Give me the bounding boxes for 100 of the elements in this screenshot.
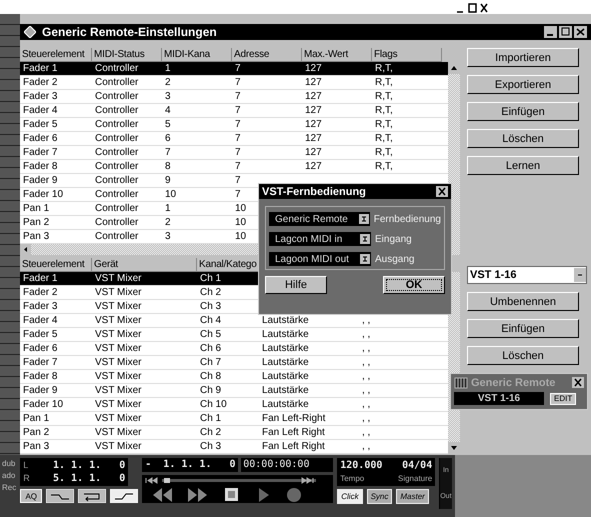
bank-button[interactable]: Löschen: [467, 346, 579, 365]
table-cell: Ch 2: [200, 427, 222, 438]
side-button[interactable]: Importieren: [467, 48, 579, 67]
side-button[interactable]: Löschen: [467, 129, 579, 148]
table-cell: Fader 2: [23, 287, 58, 298]
table-cell: Ch 5: [200, 329, 222, 340]
table-cell: VST Mixer: [95, 329, 142, 340]
table-cell: R,T,: [375, 105, 393, 116]
table-row[interactable]: Fader 6 VST Mixer Ch 6 Lautstärke , ,: [20, 342, 448, 356]
table-cell: , ,: [362, 385, 370, 396]
table-cell: Controller: [95, 217, 138, 228]
table-cell: 127: [305, 63, 322, 74]
table-row[interactable]: Fader 5 VST Mixer Ch 5 Lautstärke , ,: [20, 328, 448, 342]
dropdown-field[interactable]: Lagcon MIDI in: [269, 232, 371, 246]
table-cell: Fader 6: [23, 343, 58, 354]
dropdown-field[interactable]: Generic Remote: [269, 212, 370, 226]
close-icon[interactable]: [436, 186, 448, 197]
field-label: Eingang: [375, 234, 412, 244]
bank-dropdown[interactable]: VST 1-16: [454, 392, 544, 405]
table-cell: Pan 1: [23, 413, 50, 424]
auto-quantize-button[interactable]: AQ: [20, 489, 42, 503]
maximize-icon[interactable]: [559, 26, 572, 38]
locator-value[interactable]: 1. 1. 1. 0: [52, 459, 126, 472]
table-cell: 3: [165, 231, 171, 242]
side-button[interactable]: Einfügen: [467, 102, 579, 121]
table-cell: Lautstärke: [262, 315, 309, 326]
table-cell: VST Mixer: [95, 287, 142, 298]
table-cell: 2: [165, 77, 171, 88]
table-cell: VST Mixer: [95, 427, 142, 438]
position-display[interactable]: - 1. 1. 1. 0: [142, 458, 238, 472]
table-row[interactable]: Pan 2 VST Mixer Ch 2 Fan Left Right , ,: [20, 426, 448, 440]
bank-button[interactable]: Einfügen: [467, 319, 579, 338]
table-cell: Ch 2: [200, 287, 222, 298]
table-cell: Fader 7: [23, 147, 58, 158]
table-cell: Lautstärke: [262, 399, 309, 410]
field-label: Fernbedienung: [374, 214, 441, 224]
table-cell: Pan 2: [23, 217, 50, 228]
close-icon[interactable]: [572, 377, 584, 388]
locator-value[interactable]: 5. 1. 1. 0: [52, 472, 126, 485]
table-cell: 2: [165, 217, 171, 228]
table-cell: Controller: [95, 161, 138, 172]
table-row[interactable]: Fader 8 VST Mixer Ch 8 Lautstärke , ,: [20, 370, 448, 384]
dialog-button[interactable]: Hilfe: [265, 276, 327, 294]
minimize-icon[interactable]: [544, 26, 557, 38]
table-row[interactable]: Pan 3 VST Mixer Ch 3 Fan Left Right , ,: [20, 440, 448, 454]
table-cell: , ,: [362, 357, 370, 368]
table-row[interactable]: Pan 1 VST Mixer Ch 1 Fan Left-Right , ,: [20, 412, 448, 426]
table-cell: Fader 4: [23, 105, 58, 116]
cycle-icon[interactable]: [78, 489, 106, 503]
table-cell: R,T,: [375, 63, 393, 74]
table-row[interactable]: Fader 8 Controller 8 7 127 R,T,: [20, 160, 448, 174]
table-row[interactable]: Fader 7 Controller 7 7 127 R,T,: [20, 146, 448, 160]
dialog-title: VST-Fernbedienung: [262, 186, 366, 198]
table-cell: 7: [235, 119, 241, 130]
scroll-down-icon[interactable]: [448, 442, 460, 454]
table-cell: Fader 2: [23, 77, 58, 88]
side-button[interactable]: Lernen: [467, 156, 579, 175]
mode-button[interactable]: Sync: [366, 489, 392, 504]
table-row[interactable]: Fader 6 Controller 6 7 127 R,T,: [20, 132, 448, 146]
table-row[interactable]: Fader 4 Controller 4 7 127 R,T,: [20, 104, 448, 118]
mode-button[interactable]: Click: [337, 489, 363, 504]
table-cell: Ch 1: [200, 273, 222, 284]
scroll-left-icon[interactable]: [20, 244, 31, 255]
table-row[interactable]: Fader 1 Controller 1 7 127 R,T,: [20, 62, 448, 76]
table-cell: Ch 1: [200, 413, 222, 424]
punch-out-icon[interactable]: [110, 489, 138, 503]
table-cell: R,T,: [375, 133, 393, 144]
table-row[interactable]: Fader 3 Controller 3 7 127 R,T,: [20, 90, 448, 104]
side-button[interactable]: Exportieren: [467, 75, 579, 94]
table-row[interactable]: Fader 10 VST Mixer Ch 10 Lautstärke , ,: [20, 398, 448, 412]
time-display[interactable]: 00:00:00:00: [241, 458, 334, 472]
table-row[interactable]: Fader 9 VST Mixer Ch 9 Lautstärke , ,: [20, 384, 448, 398]
dialog-button[interactable]: OK: [383, 276, 445, 294]
table-cell: R,T,: [375, 161, 393, 172]
table-cell: VST Mixer: [95, 413, 142, 424]
transport-label: dub: [2, 458, 16, 470]
table-cell: 127: [305, 161, 322, 172]
table-cell: Ch 9: [200, 385, 222, 396]
table-cell: VST Mixer: [95, 385, 142, 396]
mode-button[interactable]: Master: [396, 489, 429, 504]
bank-button[interactable]: Umbenennen: [467, 292, 579, 311]
table-row[interactable]: Fader 5 Controller 5 7 127 R,T,: [20, 118, 448, 132]
table-cell: Controller: [95, 63, 138, 74]
table-cell: Controller: [95, 133, 138, 144]
table-cell: 10: [165, 189, 176, 200]
table-cell: 7: [235, 91, 241, 102]
edit-button[interactable]: EDIT: [550, 392, 576, 404]
table-cell: Controller: [95, 231, 138, 242]
table-row[interactable]: Fader 7 VST Mixer Ch 7 Lautstärke , ,: [20, 356, 448, 370]
table-cell: VST Mixer: [95, 315, 142, 326]
table-cell: Fader 8: [23, 371, 58, 382]
close-icon[interactable]: [574, 26, 587, 38]
signature-value[interactable]: 04/04: [402, 459, 432, 473]
punch-in-icon[interactable]: [46, 489, 74, 503]
table-cell: Fader 10: [23, 189, 64, 200]
mini-window-title: Generic Remote: [471, 376, 556, 388]
bank-select[interactable]: VST 1-16: [467, 266, 587, 284]
tempo-value[interactable]: 120.000: [340, 459, 382, 473]
dropdown-field[interactable]: Lagoon MIDI out: [269, 252, 371, 266]
table-row[interactable]: Fader 2 Controller 2 7 127 R,T,: [20, 76, 448, 90]
